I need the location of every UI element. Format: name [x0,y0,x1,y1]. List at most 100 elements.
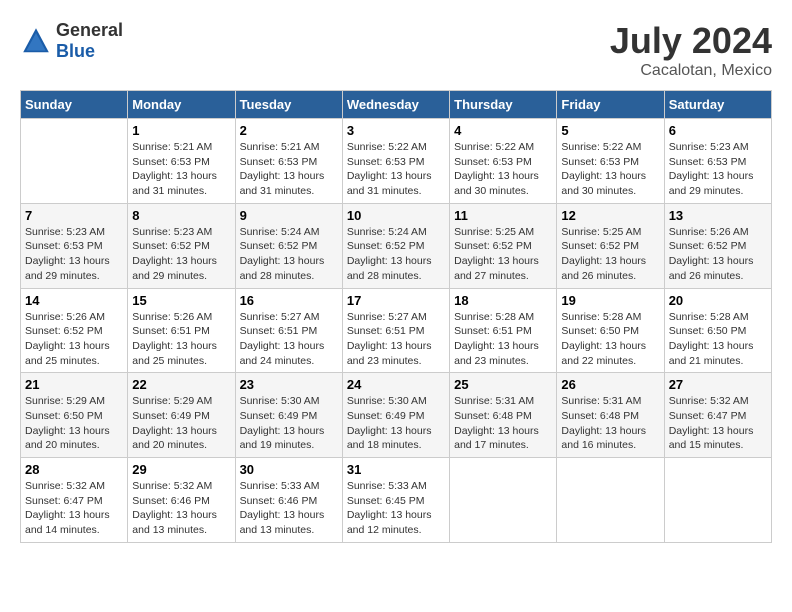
day-number: 28 [25,462,123,477]
day-info: Sunrise: 5:30 AMSunset: 6:49 PMDaylight:… [240,394,338,453]
day-info: Sunrise: 5:22 AMSunset: 6:53 PMDaylight:… [454,140,552,199]
day-info: Sunrise: 5:25 AMSunset: 6:52 PMDaylight:… [561,225,659,284]
day-number: 2 [240,123,338,138]
day-number: 5 [561,123,659,138]
day-cell: 5Sunrise: 5:22 AMSunset: 6:53 PMDaylight… [557,119,664,204]
day-cell: 28 Sunrise: 5:32 AMSunset: 6:47 PMDayligh… [21,458,128,543]
header-tuesday: Tuesday [235,91,342,119]
day-cell [450,458,557,543]
day-cell: 14 Sunrise: 5:26 AMSunset: 6:52 PMDayligh… [21,288,128,373]
day-cell: 19 Sunrise: 5:28 AMSunset: 6:50 PMDayligh… [557,288,664,373]
day-number: 25 [454,377,552,392]
day-number: 29 [132,462,230,477]
day-cell: 9 Sunrise: 5:24 AMSunset: 6:52 PMDaylight… [235,203,342,288]
day-cell: 12 Sunrise: 5:25 AMSunset: 6:52 PMDayligh… [557,203,664,288]
day-cell: 22Sunrise: 5:29 AMSunset: 6:49 PMDayligh… [128,373,235,458]
day-cell: 26Sunrise: 5:31 AMSunset: 6:48 PMDayligh… [557,373,664,458]
page-header: General Blue July 2024 Cacalotan, Mexico [20,20,772,80]
day-cell: 24 Sunrise: 5:30 AMSunset: 6:49 PMDayligh… [342,373,449,458]
logo-icon [20,25,52,57]
header-friday: Friday [557,91,664,119]
day-info: Sunrise: 5:21 AMSunset: 6:53 PMDaylight:… [240,140,338,199]
day-cell: 29Sunrise: 5:32 AMSunset: 6:46 PMDayligh… [128,458,235,543]
day-number: 24 [347,377,445,392]
day-info: Sunrise: 5:33 AMSunset: 6:46 PMDaylight:… [240,479,338,538]
day-info: Sunrise: 5:32 AMSunset: 6:47 PMDaylight:… [669,394,767,453]
day-cell: 10 Sunrise: 5:24 AMSunset: 6:52 PMDayligh… [342,203,449,288]
day-info: Sunrise: 5:26 AMSunset: 6:52 PMDaylight:… [669,225,767,284]
day-number: 4 [454,123,552,138]
day-cell: 31 Sunrise: 5:33 AMSunset: 6:45 PMDayligh… [342,458,449,543]
day-number: 26 [561,377,659,392]
day-info: Sunrise: 5:29 AMSunset: 6:50 PMDaylight:… [25,394,123,453]
day-info: Sunrise: 5:24 AMSunset: 6:52 PMDaylight:… [347,225,445,284]
day-number: 31 [347,462,445,477]
day-cell: 4 Sunrise: 5:22 AMSunset: 6:53 PMDaylight… [450,119,557,204]
day-number: 23 [240,377,338,392]
day-cell: 3Sunrise: 5:22 AMSunset: 6:53 PMDaylight… [342,119,449,204]
day-info: Sunrise: 5:30 AMSunset: 6:49 PMDaylight:… [347,394,445,453]
day-info: Sunrise: 5:25 AMSunset: 6:52 PMDaylight:… [454,225,552,284]
calendar-header: SundayMondayTuesdayWednesdayThursdayFrid… [21,91,772,119]
header-sunday: Sunday [21,91,128,119]
day-cell [664,458,771,543]
day-info: Sunrise: 5:24 AMSunset: 6:52 PMDaylight:… [240,225,338,284]
day-cell [557,458,664,543]
header-monday: Monday [128,91,235,119]
day-cell: 21 Sunrise: 5:29 AMSunset: 6:50 PMDayligh… [21,373,128,458]
day-number: 21 [25,377,123,392]
day-info: Sunrise: 5:26 AMSunset: 6:52 PMDaylight:… [25,310,123,369]
day-info: Sunrise: 5:28 AMSunset: 6:50 PMDaylight:… [561,310,659,369]
day-cell: 8Sunrise: 5:23 AMSunset: 6:52 PMDaylight… [128,203,235,288]
title-block: July 2024 Cacalotan, Mexico [610,20,772,80]
logo: General Blue [20,20,123,62]
day-info: Sunrise: 5:28 AMSunset: 6:51 PMDaylight:… [454,310,552,369]
day-number: 18 [454,293,552,308]
day-number: 20 [669,293,767,308]
day-number: 12 [561,208,659,223]
week-row-3: 21 Sunrise: 5:29 AMSunset: 6:50 PMDayligh… [21,373,772,458]
week-row-2: 14 Sunrise: 5:26 AMSunset: 6:52 PMDayligh… [21,288,772,373]
day-info: Sunrise: 5:27 AMSunset: 6:51 PMDaylight:… [240,310,338,369]
week-row-4: 28 Sunrise: 5:32 AMSunset: 6:47 PMDayligh… [21,458,772,543]
day-cell: 7Sunrise: 5:23 AMSunset: 6:53 PMDaylight… [21,203,128,288]
day-number: 3 [347,123,445,138]
day-number: 14 [25,293,123,308]
day-cell: 13 Sunrise: 5:26 AMSunset: 6:52 PMDayligh… [664,203,771,288]
day-number: 1 [132,123,230,138]
day-number: 27 [669,377,767,392]
main-title: July 2024 [610,20,772,62]
day-number: 6 [669,123,767,138]
day-number: 9 [240,208,338,223]
day-number: 10 [347,208,445,223]
day-number: 17 [347,293,445,308]
day-info: Sunrise: 5:33 AMSunset: 6:45 PMDaylight:… [347,479,445,538]
subtitle: Cacalotan, Mexico [610,62,772,80]
day-cell: 30 Sunrise: 5:33 AMSunset: 6:46 PMDayligh… [235,458,342,543]
header-saturday: Saturday [664,91,771,119]
day-number: 16 [240,293,338,308]
day-cell [21,119,128,204]
day-number: 19 [561,293,659,308]
day-number: 30 [240,462,338,477]
day-number: 13 [669,208,767,223]
day-cell: 18 Sunrise: 5:28 AMSunset: 6:51 PMDayligh… [450,288,557,373]
logo-general: General [56,20,123,40]
header-thursday: Thursday [450,91,557,119]
day-info: Sunrise: 5:28 AMSunset: 6:50 PMDaylight:… [669,310,767,369]
day-number: 15 [132,293,230,308]
day-cell: 11 Sunrise: 5:25 AMSunset: 6:52 PMDayligh… [450,203,557,288]
day-number: 11 [454,208,552,223]
logo-blue: Blue [56,41,95,61]
day-info: Sunrise: 5:31 AMSunset: 6:48 PMDaylight:… [454,394,552,453]
day-cell: 15Sunrise: 5:26 AMSunset: 6:51 PMDayligh… [128,288,235,373]
day-info: Sunrise: 5:32 AMSunset: 6:47 PMDaylight:… [25,479,123,538]
calendar-body: 1 Sunrise: 5:21 AMSunset: 6:53 PMDaylight… [21,119,772,543]
day-cell: 1Sunrise: 5:21 AMSunset: 6:53 PMDaylight… [128,119,235,204]
day-info: Sunrise: 5:23 AMSunset: 6:53 PMDaylight:… [669,140,767,199]
header-wednesday: Wednesday [342,91,449,119]
week-row-1: 7Sunrise: 5:23 AMSunset: 6:53 PMDaylight… [21,203,772,288]
header-row: SundayMondayTuesdayWednesdayThursdayFrid… [21,91,772,119]
day-info: Sunrise: 5:23 AMSunset: 6:53 PMDaylight:… [25,225,123,284]
day-cell: 27 Sunrise: 5:32 AMSunset: 6:47 PMDayligh… [664,373,771,458]
